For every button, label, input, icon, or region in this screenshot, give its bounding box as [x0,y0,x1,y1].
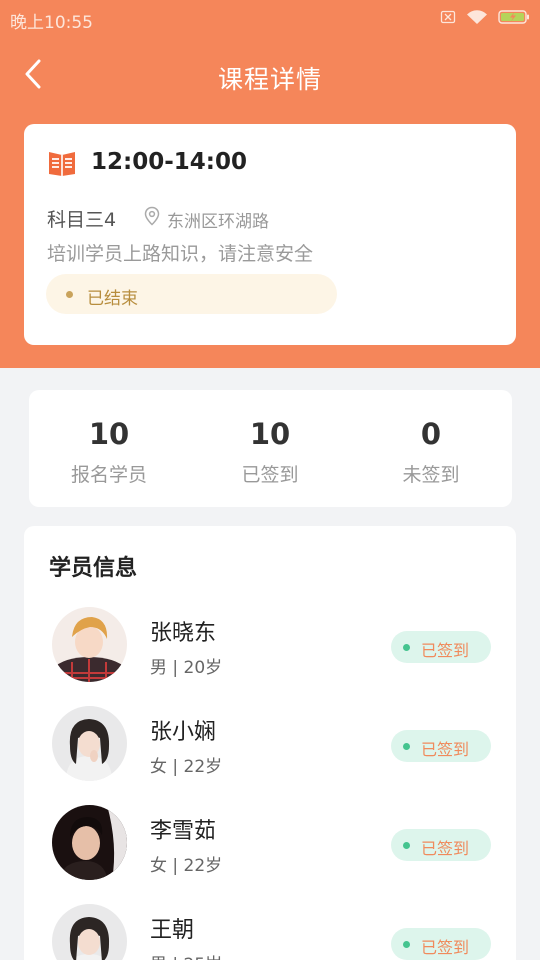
student-gender-age: 男 | 20岁 [150,658,223,678]
course-subject: 科目三4 [47,209,117,231]
student-gender-age: 女 | 22岁 [150,757,223,777]
avatar [52,706,127,781]
student-name: 张晓东 [150,621,217,646]
stat-not-signed-in: 0 未签到 [361,416,501,487]
status-bar: 晚上10:55 [0,0,540,38]
badge-dot [403,644,410,651]
signed-in-badge: 已签到 [391,928,491,960]
student-gender-age: 男 | 25岁 [150,950,222,960]
signed-in-label: 已签到 [421,938,470,957]
avatar [52,607,127,682]
status-icons [440,9,530,25]
stat-signed-in-label: 已签到 [241,464,299,486]
sim-off-icon [440,9,456,25]
badge-dot [403,842,410,849]
student-row[interactable]: 王朝 男 | 25岁 已签到 [24,904,516,960]
stat-signed-in-value: 10 [249,417,291,451]
page-title: 课程详情 [217,65,322,94]
section-title: 学员信息 [49,556,138,581]
status-time: 晚上10:55 [10,13,93,33]
course-time: 12:00-14:00 [91,149,247,175]
book-icon [48,150,76,176]
stat-enrolled-value: 10 [88,417,130,451]
stat-not-signed-in-value: 0 [420,417,442,451]
avatar [52,904,127,960]
signed-in-label: 已签到 [421,839,470,858]
location-pin-icon [143,206,161,226]
student-name: 李雪茹 [150,819,217,844]
signed-in-badge: 已签到 [391,730,491,762]
student-row[interactable]: 张晓东 男 | 20岁 已签到 [24,607,516,693]
student-gender-age: 女 | 22岁 [150,856,223,876]
signed-in-label: 已签到 [421,641,470,660]
stat-enrolled: 10 报名学员 [39,416,179,487]
student-name: 王朝 [150,918,195,943]
stat-enrolled-label: 报名学员 [70,464,147,486]
stat-not-signed-in-label: 未签到 [402,464,460,486]
student-row[interactable]: 李雪茹 女 | 22岁 已签到 [24,805,516,891]
stat-signed-in: 10 已签到 [200,416,340,487]
avatar [52,805,127,880]
badge-dot [403,743,410,750]
wifi-icon [466,9,488,25]
course-card: 12:00-14:00 科目三4 东洲区环湖路 培训学员上路知识，请注意安全 已… [24,124,516,345]
nav-bar: 课程详情 [0,48,540,104]
signed-in-label: 已签到 [421,740,470,759]
student-info-card: 学员信息 张晓东 男 | 20岁 已签到 张小娴 女 | 22岁 已签到 李雪茹… [24,526,516,960]
badge-dot [403,941,410,948]
battery-charging-icon [498,9,530,25]
course-location: 东洲区环湖路 [167,212,269,232]
course-status-badge: 已结束 [46,274,337,314]
student-row[interactable]: 张小娴 女 | 22岁 已签到 [24,706,516,792]
attendance-stats-card: 10 报名学员 10 已签到 0 未签到 [29,390,512,507]
signed-in-badge: 已签到 [391,631,491,663]
course-status-label: 已结束 [87,289,138,309]
student-name: 张小娴 [150,720,217,745]
signed-in-badge: 已签到 [391,829,491,861]
status-dot [66,291,73,298]
course-description: 培训学员上路知识，请注意安全 [47,243,314,265]
